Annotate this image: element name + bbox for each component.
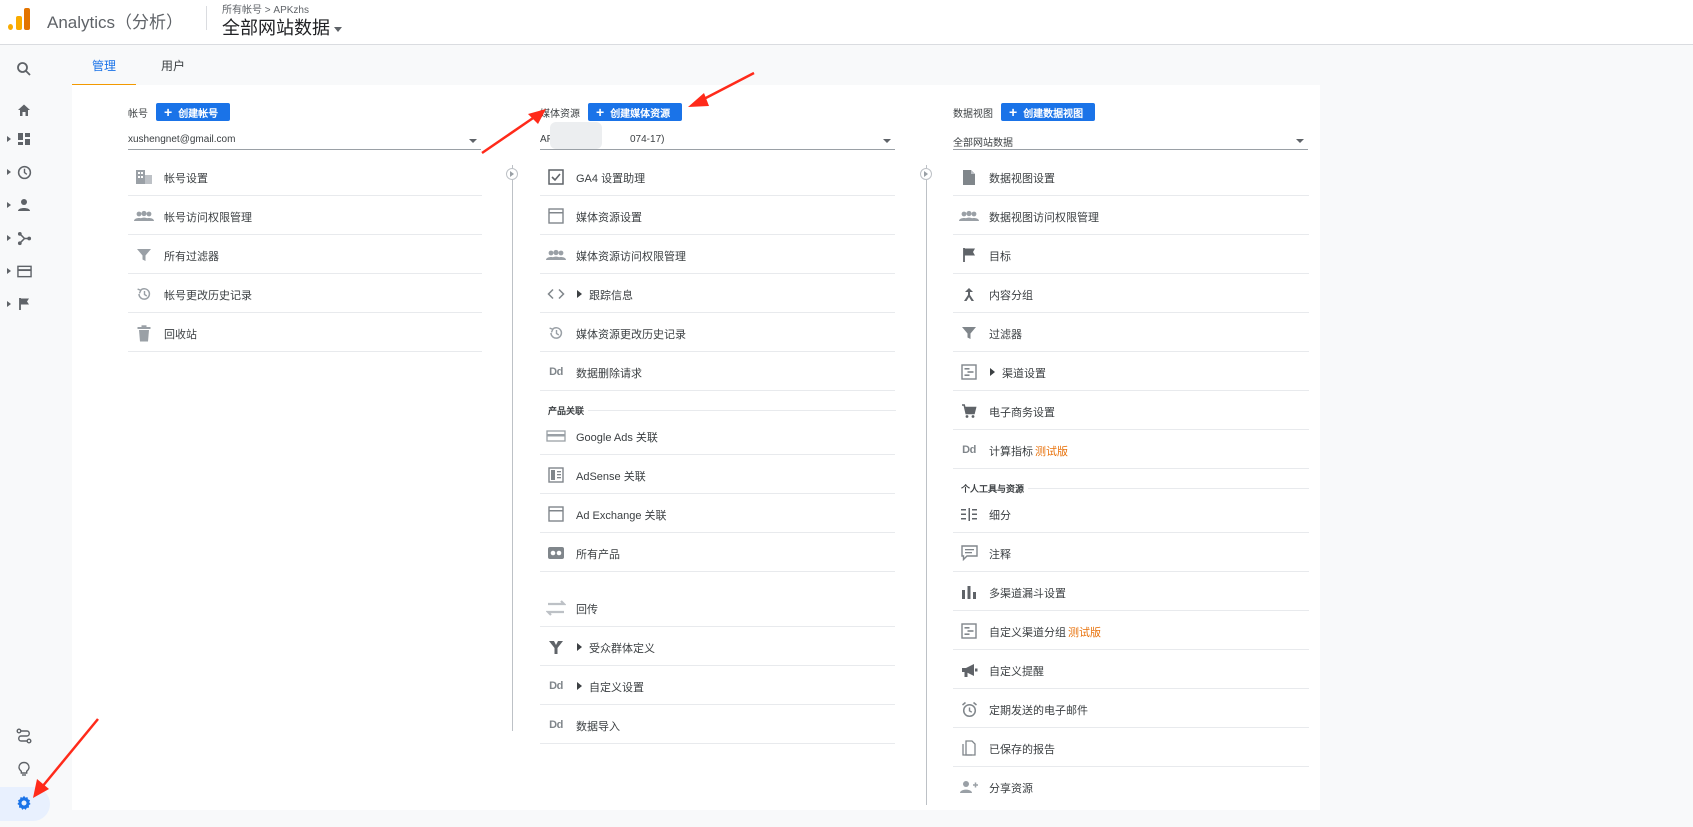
annotation-arrows <box>33 71 755 798</box>
annotation-arrow-create-property <box>688 71 755 107</box>
annotation-arrow-admin-gear <box>33 718 99 798</box>
annotation-arrow-property-label <box>481 109 546 155</box>
